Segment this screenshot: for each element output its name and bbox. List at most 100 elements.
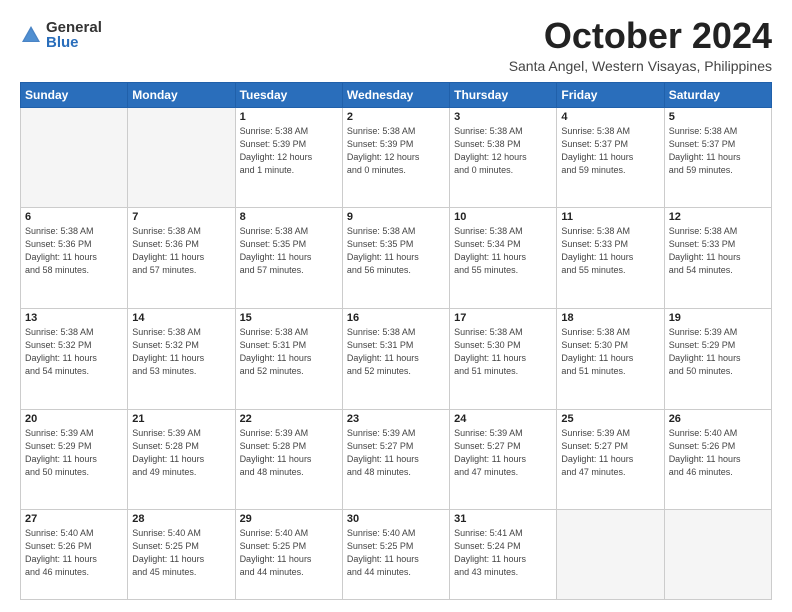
day-number: 15 (240, 312, 338, 324)
calendar-day-cell: 6 Sunrise: 5:38 AM Sunset: 5:36 PM Daylig… (21, 208, 128, 309)
day-number: 10 (454, 211, 552, 223)
day-number: 11 (561, 211, 659, 223)
day-info: Sunrise: 5:38 AM Sunset: 5:32 PM Dayligh… (25, 326, 123, 378)
day-number: 27 (25, 513, 123, 525)
day-info: Sunrise: 5:40 AM Sunset: 5:25 PM Dayligh… (347, 527, 445, 579)
calendar-weekday-header: Tuesday (235, 82, 342, 107)
day-number: 8 (240, 211, 338, 223)
calendar-day-cell: 10 Sunrise: 5:38 AM Sunset: 5:34 PM Dayli… (450, 208, 557, 309)
calendar-weekday-header: Saturday (664, 82, 771, 107)
day-info: Sunrise: 5:40 AM Sunset: 5:25 PM Dayligh… (132, 527, 230, 579)
day-info: Sunrise: 5:38 AM Sunset: 5:39 PM Dayligh… (347, 125, 445, 177)
day-number: 29 (240, 513, 338, 525)
logo-blue: Blue (46, 35, 102, 50)
day-number: 9 (347, 211, 445, 223)
calendar-day-cell: 8 Sunrise: 5:38 AM Sunset: 5:35 PM Daylig… (235, 208, 342, 309)
day-number: 20 (25, 413, 123, 425)
day-info: Sunrise: 5:38 AM Sunset: 5:33 PM Dayligh… (669, 225, 767, 277)
page: General Blue October 2024 Santa Angel, W… (0, 0, 792, 612)
day-number: 25 (561, 413, 659, 425)
day-info: Sunrise: 5:40 AM Sunset: 5:26 PM Dayligh… (25, 527, 123, 579)
day-info: Sunrise: 5:38 AM Sunset: 5:37 PM Dayligh… (669, 125, 767, 177)
day-info: Sunrise: 5:39 AM Sunset: 5:27 PM Dayligh… (454, 427, 552, 479)
day-info: Sunrise: 5:38 AM Sunset: 5:31 PM Dayligh… (347, 326, 445, 378)
title-section: October 2024 Santa Angel, Western Visaya… (509, 16, 772, 74)
day-number: 3 (454, 111, 552, 123)
day-number: 4 (561, 111, 659, 123)
day-info: Sunrise: 5:38 AM Sunset: 5:35 PM Dayligh… (347, 225, 445, 277)
day-info: Sunrise: 5:38 AM Sunset: 5:35 PM Dayligh… (240, 225, 338, 277)
calendar-day-cell: 2 Sunrise: 5:38 AM Sunset: 5:39 PM Daylig… (342, 107, 449, 208)
day-number: 17 (454, 312, 552, 324)
day-info: Sunrise: 5:38 AM Sunset: 5:38 PM Dayligh… (454, 125, 552, 177)
day-number: 26 (669, 413, 767, 425)
calendar-weekday-header: Sunday (21, 82, 128, 107)
day-info: Sunrise: 5:38 AM Sunset: 5:31 PM Dayligh… (240, 326, 338, 378)
location: Santa Angel, Western Visayas, Philippine… (509, 58, 772, 74)
calendar-day-cell: 25 Sunrise: 5:39 AM Sunset: 5:27 PM Dayli… (557, 409, 664, 510)
calendar-day-cell: 12 Sunrise: 5:38 AM Sunset: 5:33 PM Dayli… (664, 208, 771, 309)
day-number: 1 (240, 111, 338, 123)
day-info: Sunrise: 5:39 AM Sunset: 5:28 PM Dayligh… (240, 427, 338, 479)
header: General Blue October 2024 Santa Angel, W… (20, 16, 772, 74)
day-info: Sunrise: 5:38 AM Sunset: 5:32 PM Dayligh… (132, 326, 230, 378)
calendar-weekday-header: Friday (557, 82, 664, 107)
calendar-day-cell: 28 Sunrise: 5:40 AM Sunset: 5:25 PM Dayli… (128, 510, 235, 600)
day-number: 28 (132, 513, 230, 525)
day-info: Sunrise: 5:38 AM Sunset: 5:37 PM Dayligh… (561, 125, 659, 177)
day-number: 6 (25, 211, 123, 223)
day-info: Sunrise: 5:39 AM Sunset: 5:29 PM Dayligh… (669, 326, 767, 378)
calendar-day-cell: 3 Sunrise: 5:38 AM Sunset: 5:38 PM Daylig… (450, 107, 557, 208)
day-info: Sunrise: 5:41 AM Sunset: 5:24 PM Dayligh… (454, 527, 552, 579)
calendar-day-cell: 24Sunrise: 5:39 AM Sunset: 5:27 PM Dayli… (450, 409, 557, 510)
calendar-week-row: 13Sunrise: 5:38 AM Sunset: 5:32 PM Dayli… (21, 308, 772, 409)
calendar-day-cell: 11 Sunrise: 5:38 AM Sunset: 5:33 PM Dayli… (557, 208, 664, 309)
day-info: Sunrise: 5:39 AM Sunset: 5:28 PM Dayligh… (132, 427, 230, 479)
calendar-week-row: 1 Sunrise: 5:38 AM Sunset: 5:39 PM Daylig… (21, 107, 772, 208)
calendar-day-cell (21, 107, 128, 208)
calendar-weekday-header: Wednesday (342, 82, 449, 107)
calendar-day-cell: 23Sunrise: 5:39 AM Sunset: 5:27 PM Dayli… (342, 409, 449, 510)
calendar-week-row: 27 Sunrise: 5:40 AM Sunset: 5:26 PM Dayli… (21, 510, 772, 600)
calendar-day-cell: 18 Sunrise: 5:38 AM Sunset: 5:30 PM Dayli… (557, 308, 664, 409)
day-number: 12 (669, 211, 767, 223)
day-number: 30 (347, 513, 445, 525)
month-title: October 2024 (509, 16, 772, 56)
calendar-day-cell (557, 510, 664, 600)
day-number: 14 (132, 312, 230, 324)
day-info: Sunrise: 5:38 AM Sunset: 5:36 PM Dayligh… (25, 225, 123, 277)
calendar-day-cell: 5 Sunrise: 5:38 AM Sunset: 5:37 PM Daylig… (664, 107, 771, 208)
logo-text: General Blue (46, 20, 102, 50)
day-info: Sunrise: 5:39 AM Sunset: 5:27 PM Dayligh… (347, 427, 445, 479)
day-info: Sunrise: 5:39 AM Sunset: 5:29 PM Dayligh… (25, 427, 123, 479)
day-info: Sunrise: 5:40 AM Sunset: 5:26 PM Dayligh… (669, 427, 767, 479)
calendar-day-cell: 4 Sunrise: 5:38 AM Sunset: 5:37 PM Daylig… (557, 107, 664, 208)
day-info: Sunrise: 5:38 AM Sunset: 5:30 PM Dayligh… (561, 326, 659, 378)
day-number: 16 (347, 312, 445, 324)
day-number: 31 (454, 513, 552, 525)
day-number: 22 (240, 413, 338, 425)
calendar-header-row: SundayMondayTuesdayWednesdayThursdayFrid… (21, 82, 772, 107)
day-number: 18 (561, 312, 659, 324)
calendar-day-cell: 9 Sunrise: 5:38 AM Sunset: 5:35 PM Daylig… (342, 208, 449, 309)
day-number: 19 (669, 312, 767, 324)
day-number: 2 (347, 111, 445, 123)
calendar-day-cell: 30 Sunrise: 5:40 AM Sunset: 5:25 PM Dayli… (342, 510, 449, 600)
logo-icon (20, 24, 42, 46)
calendar-day-cell: 16 Sunrise: 5:38 AM Sunset: 5:31 PM Dayli… (342, 308, 449, 409)
day-number: 5 (669, 111, 767, 123)
calendar-day-cell (664, 510, 771, 600)
logo: General Blue (20, 20, 102, 50)
calendar-day-cell: 13Sunrise: 5:38 AM Sunset: 5:32 PM Dayli… (21, 308, 128, 409)
calendar-day-cell: 14 Sunrise: 5:38 AM Sunset: 5:32 PM Dayli… (128, 308, 235, 409)
day-info: Sunrise: 5:38 AM Sunset: 5:39 PM Dayligh… (240, 125, 338, 177)
day-info: Sunrise: 5:38 AM Sunset: 5:33 PM Dayligh… (561, 225, 659, 277)
calendar-weekday-header: Thursday (450, 82, 557, 107)
calendar-week-row: 6 Sunrise: 5:38 AM Sunset: 5:36 PM Daylig… (21, 208, 772, 309)
calendar-day-cell: 7Sunrise: 5:38 AM Sunset: 5:36 PM Daylig… (128, 208, 235, 309)
day-info: Sunrise: 5:39 AM Sunset: 5:27 PM Dayligh… (561, 427, 659, 479)
day-info: Sunrise: 5:38 AM Sunset: 5:34 PM Dayligh… (454, 225, 552, 277)
day-info: Sunrise: 5:40 AM Sunset: 5:25 PM Dayligh… (240, 527, 338, 579)
calendar-week-row: 20 Sunrise: 5:39 AM Sunset: 5:29 PM Dayli… (21, 409, 772, 510)
logo-general: General (46, 20, 102, 35)
